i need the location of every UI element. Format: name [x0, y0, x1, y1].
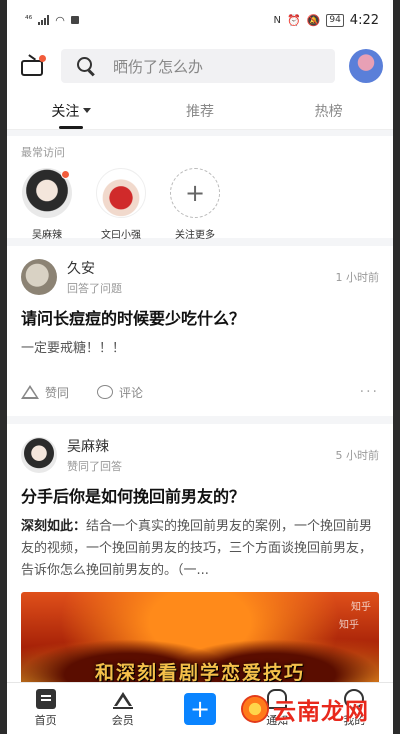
frequent-avatar	[96, 168, 146, 218]
frequent-list: 吴麻辣 文曰小强 + 关注更多	[21, 168, 379, 241]
tab-recommend[interactable]: 推荐	[136, 92, 265, 129]
comment-button[interactable]: 评论	[97, 384, 143, 401]
follow-more-button[interactable]: + 关注更多	[169, 168, 221, 241]
status-right: N ⏰ 🔕 94 4:22	[273, 13, 379, 28]
answer-author: 深刻如此：	[21, 519, 87, 534]
upvote-icon	[21, 385, 39, 399]
thumbnail-watermark: 知乎	[351, 602, 371, 613]
wifi-icon: ◠	[55, 13, 65, 27]
tab-following[interactable]: 关注	[7, 92, 136, 129]
nfc-icon: N	[273, 14, 281, 26]
nav-home[interactable]: 首页	[7, 689, 84, 728]
author-name[interactable]: 久安	[67, 258, 336, 278]
search-icon	[77, 57, 95, 75]
author-avatar[interactable]	[21, 259, 57, 295]
more-icon[interactable]: ···	[360, 384, 379, 400]
chevron-down-icon	[83, 108, 92, 113]
search-bar[interactable]: 晒伤了怎么办	[61, 49, 335, 83]
site-watermark-logo: 云南龙网	[241, 692, 369, 726]
tab-hot-label: 热榜	[314, 103, 343, 120]
author-name[interactable]: 吴麻辣	[67, 436, 336, 456]
tab-bar: 关注 推荐 热榜	[7, 92, 393, 130]
frequent-title: 最常访问	[21, 146, 65, 159]
tab-hot[interactable]: 热榜	[264, 92, 393, 129]
status-time: 4:22	[349, 12, 379, 28]
battery-icon: 94	[326, 13, 344, 27]
app-screen: ⁴⁶ ◠ N ⏰ 🔕 94 4:22 晒伤了怎么办 关注 推荐 热榜 最常访问 …	[7, 0, 393, 734]
card-action-text: 回答了问题	[67, 282, 122, 295]
thumbnail-caption: 和深刻看剧学恋爱技巧	[94, 662, 305, 684]
avatar[interactable]	[349, 49, 383, 83]
comment-label: 评论	[119, 385, 144, 400]
upvote-button[interactable]: 赞同	[21, 384, 69, 401]
author-avatar[interactable]	[21, 437, 57, 473]
card-meta: 吴麻辣 赞同了回答	[67, 436, 336, 474]
crown-icon	[112, 689, 133, 709]
search-input[interactable]: 晒伤了怎么办	[113, 56, 203, 77]
signal-label: ⁴⁶	[25, 15, 33, 25]
frequent-item[interactable]: 文曰小强	[95, 168, 147, 241]
home-icon	[35, 689, 56, 709]
frequent-avatar	[22, 168, 72, 218]
status-left: ⁴⁶ ◠	[25, 14, 79, 27]
feed-card[interactable]: 久安 回答了问题 1 小时前 请问长痘痘的时候要少吃什么？ 一定要戒糖！！！ 赞…	[7, 246, 393, 416]
frequent-item[interactable]: 吴麻辣	[21, 168, 73, 241]
card-time: 5 小时前	[335, 449, 380, 462]
answer-excerpt[interactable]: 深刻如此：结合一个真实的挽回前男友的案例，一个挽回前男友的视频，一个挽回前男友的…	[21, 516, 379, 582]
card-time: 1 小时前	[335, 271, 380, 284]
upvote-label: 赞同	[45, 385, 70, 400]
card-action-text: 赞同了回答	[67, 460, 122, 473]
frequent-visits: 最常访问 吴麻辣 文曰小强 + 关注更多	[7, 136, 393, 241]
tab-recommend-label: 推荐	[186, 103, 214, 120]
tv-icon[interactable]	[17, 51, 47, 81]
nav-vip-label: 会员	[111, 714, 134, 727]
sun-logo-icon	[241, 695, 269, 723]
alarm-icon: ⏰	[286, 13, 301, 27]
status-bar: ⁴⁶ ◠ N ⏰ 🔕 94 4:22	[7, 0, 393, 40]
card-meta: 久安 回答了问题	[67, 258, 336, 296]
frequent-name: 吴麻辣	[32, 230, 62, 241]
card-header: 久安 回答了问题 1 小时前	[21, 258, 379, 296]
plus-icon: +	[170, 168, 220, 218]
tab-following-label: 关注	[51, 103, 80, 120]
plus-icon: +	[184, 692, 216, 725]
question-title[interactable]: 分手后你是如何挽回前男友的？	[21, 486, 379, 508]
nav-vip[interactable]: 会员	[84, 689, 161, 728]
notification-square-icon	[70, 16, 79, 24]
answer-excerpt[interactable]: 一定要戒糖！！！	[21, 338, 379, 360]
question-title[interactable]: 请问长痘痘的时候要少吃什么？	[21, 308, 379, 330]
watermark-text: 云南龙网	[273, 699, 369, 725]
signal-icon	[38, 15, 50, 25]
follow-more-label: 关注更多	[175, 230, 215, 241]
comment-icon	[97, 385, 114, 399]
thumbnail-watermark: 知乎	[339, 620, 359, 631]
card-actions: 赞同 评论 ···	[21, 368, 379, 416]
top-header: 晒伤了怎么办	[7, 40, 393, 92]
card-header: 吴麻辣 赞同了回答 5 小时前	[21, 436, 379, 474]
new-dot-icon	[61, 170, 70, 179]
nav-create[interactable]: +	[161, 692, 238, 725]
nav-home-label: 首页	[34, 714, 57, 727]
frequent-name: 文曰小强	[101, 230, 141, 241]
mute-icon: 🔕	[306, 13, 321, 27]
